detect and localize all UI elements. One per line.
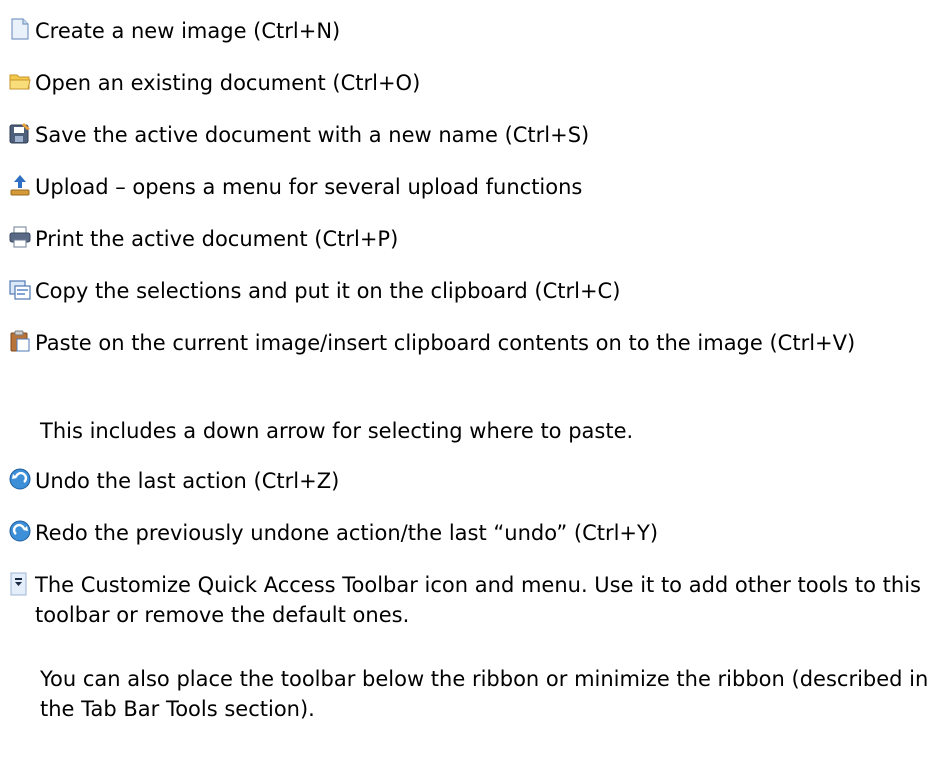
toolbar-note: You can also place the toolbar below the… bbox=[8, 664, 936, 724]
list-item-new: Create a new image (Ctrl+N) bbox=[8, 16, 936, 46]
document-page: Create a new image (Ctrl+N) Open an exis… bbox=[0, 0, 946, 770]
paste-note: This includes a down arrow for selecting… bbox=[8, 416, 936, 446]
item-text: Paste on the current image/insert clipbo… bbox=[35, 331, 856, 355]
item-text: The Customize Quick Access Toolbar icon … bbox=[35, 573, 921, 627]
list-item-upload: Upload – opens a menu for several upload… bbox=[8, 172, 936, 202]
list-item-open: Open an existing document (Ctrl+O) bbox=[8, 68, 936, 98]
paste-icon bbox=[8, 329, 32, 353]
item-text: Upload – opens a menu for several upload… bbox=[35, 175, 583, 199]
copy-icon bbox=[8, 277, 32, 301]
item-text: Create a new image (Ctrl+N) bbox=[35, 19, 341, 43]
new-document-icon bbox=[8, 17, 32, 41]
printer-icon bbox=[8, 225, 32, 249]
list-item-print: Print the active document (Ctrl+P) bbox=[8, 224, 936, 254]
item-text: Undo the last action (Ctrl+Z) bbox=[35, 469, 340, 493]
note-text: This includes a down arrow for selecting… bbox=[40, 419, 634, 443]
list-item-paste: Paste on the current image/insert clipbo… bbox=[8, 328, 936, 358]
open-folder-icon bbox=[8, 69, 32, 93]
item-text: Redo the previously undone action/the la… bbox=[35, 521, 659, 545]
redo-icon bbox=[8, 519, 32, 543]
list-item-redo: Redo the previously undone action/the la… bbox=[8, 518, 936, 548]
list-item-copy: Copy the selections and put it on the cl… bbox=[8, 276, 936, 306]
item-text: Open an existing document (Ctrl+O) bbox=[35, 71, 421, 95]
item-text: Save the active document with a new name… bbox=[35, 123, 590, 147]
undo-icon bbox=[8, 467, 32, 491]
list-item-save: Save the active document with a new name… bbox=[8, 120, 936, 150]
list-item-undo: Undo the last action (Ctrl+Z) bbox=[8, 466, 936, 496]
upload-icon bbox=[8, 173, 32, 197]
item-text: Copy the selections and put it on the cl… bbox=[35, 279, 621, 303]
customize-toolbar-icon bbox=[8, 572, 32, 596]
save-as-icon bbox=[8, 121, 32, 145]
list-item-customize: The Customize Quick Access Toolbar icon … bbox=[8, 570, 936, 630]
item-text: Print the active document (Ctrl+P) bbox=[35, 227, 399, 251]
note-text: You can also place the toolbar below the… bbox=[40, 667, 929, 721]
